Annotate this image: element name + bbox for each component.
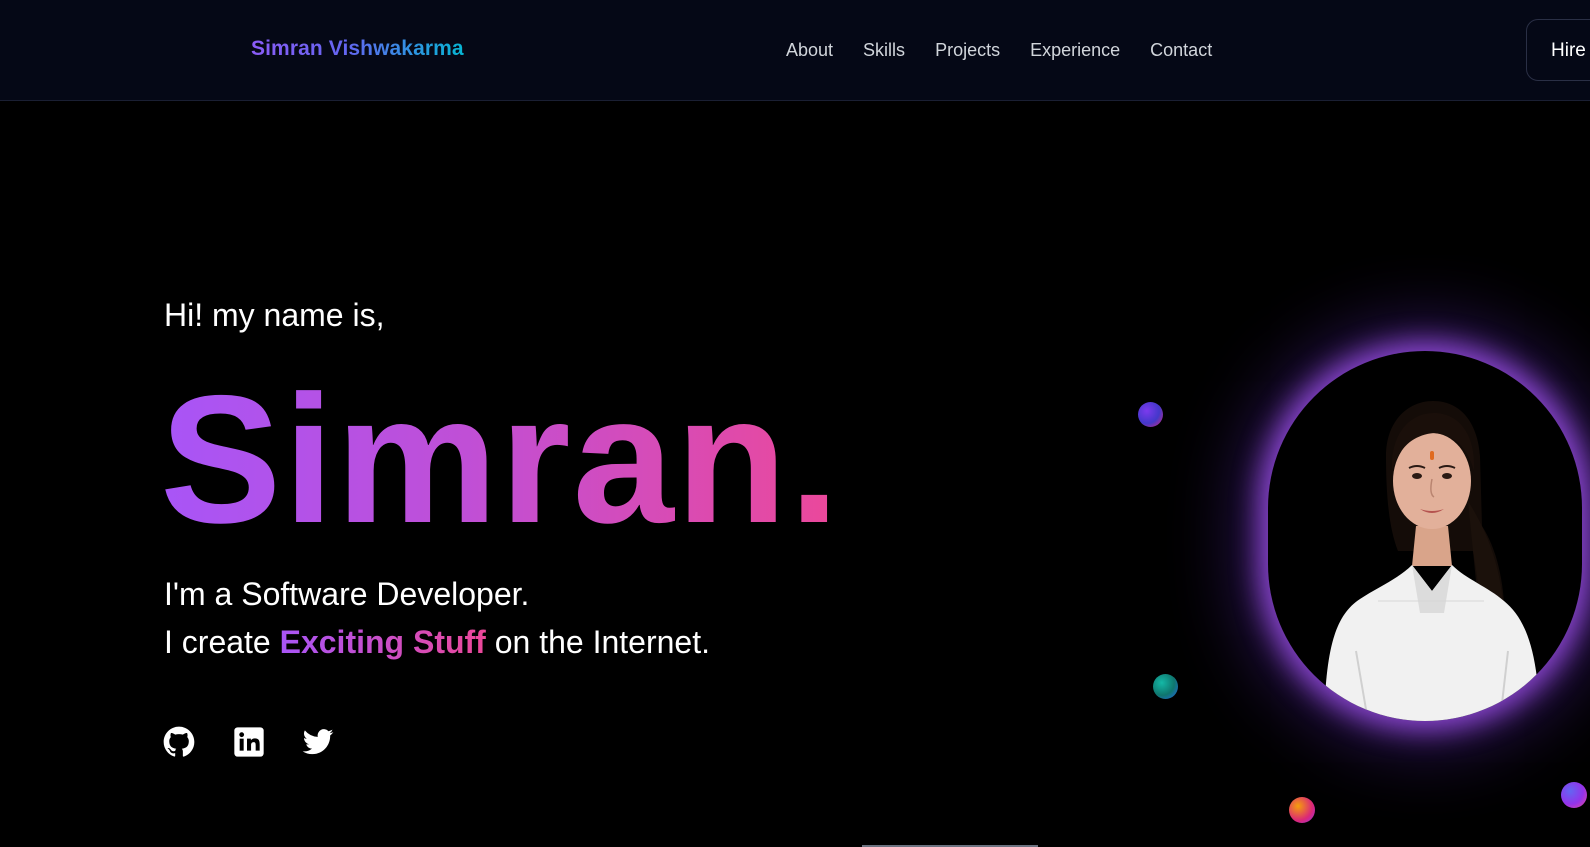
twitter-icon[interactable]	[302, 726, 334, 758]
navbar: Simran Vishwakarma About Skills Projects…	[0, 0, 1590, 101]
hire-me-button[interactable]: Hire	[1526, 19, 1590, 81]
linkedin-icon-graphic	[234, 727, 264, 757]
github-icon-graphic	[163, 726, 195, 757]
hero-name: Simran.	[160, 350, 842, 568]
tagline-line-2: I create Exciting Stuff on the Internet.	[164, 618, 710, 666]
decorative-orb	[1289, 797, 1315, 823]
profile-photo	[1268, 351, 1582, 721]
nav-link-projects[interactable]: Projects	[935, 40, 1000, 61]
github-icon[interactable]	[163, 726, 195, 758]
decorative-orb	[1138, 402, 1163, 427]
nav-link-contact[interactable]: Contact	[1150, 40, 1212, 61]
site-logo[interactable]: Simran Vishwakarma	[251, 37, 464, 61]
tagline-suffix: on the Internet.	[485, 624, 710, 660]
linkedin-icon[interactable]	[233, 726, 265, 758]
hero-greeting: Hi! my name is,	[164, 297, 385, 333]
nav-links: About Skills Projects Experience Contact	[786, 40, 1212, 61]
nav-link-experience[interactable]: Experience	[1030, 40, 1120, 61]
twitter-icon-graphic	[302, 729, 334, 755]
tagline-highlight: Exciting Stuff	[279, 624, 486, 660]
hero-tagline: I'm a Software Developer. I create Excit…	[164, 570, 710, 666]
portfolio-page: Simran Vishwakarma About Skills Projects…	[0, 0, 1590, 847]
tagline-line-1: I'm a Software Developer.	[164, 576, 530, 612]
decorative-orb	[1561, 782, 1587, 808]
nav-link-about[interactable]: About	[786, 40, 833, 61]
nav-link-skills[interactable]: Skills	[863, 40, 905, 61]
tagline-prefix: I create	[164, 624, 280, 660]
profile-portrait-illustration	[1324, 401, 1540, 721]
decorative-orb	[1153, 674, 1178, 699]
